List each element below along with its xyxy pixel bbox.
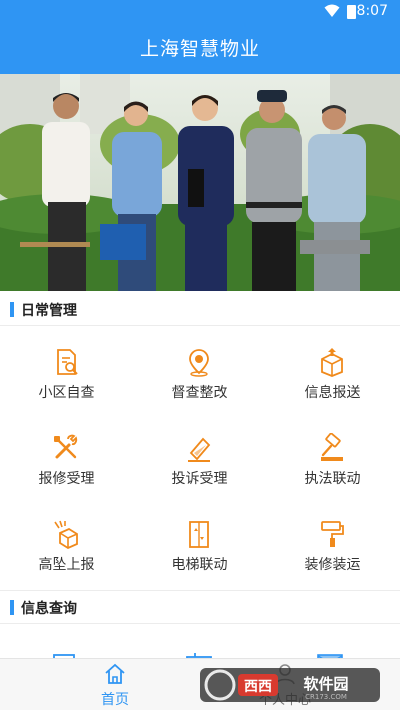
grid-item-tousu-shouli[interactable]: 投诉受理 xyxy=(133,433,266,519)
paint-roller-icon xyxy=(321,521,344,547)
status-time: 8:07 xyxy=(356,3,388,19)
divider xyxy=(0,325,400,326)
section-header-daily: 日常管理 xyxy=(0,296,400,324)
document-search-icon xyxy=(57,349,78,375)
svg-text:西西: 西西 xyxy=(244,679,272,695)
grid-item-gaozhui-shangbao[interactable]: 高坠上报 xyxy=(0,519,133,605)
document-icon[interactable] xyxy=(52,648,80,658)
home-icon xyxy=(105,663,125,684)
nav-tab-label: 首页 xyxy=(101,692,129,708)
grid-item-ducha-zhenggai[interactable]: 督查整改 xyxy=(133,347,266,433)
svg-text:CR173.COM: CR173.COM xyxy=(305,693,347,701)
repair-tools-icon xyxy=(54,434,78,459)
location-pin-icon xyxy=(189,349,209,377)
divider xyxy=(0,590,400,591)
grid-item-label: 小区自查 xyxy=(38,385,95,401)
section-accent-bar xyxy=(10,302,14,317)
grid-item-label: 投诉受理 xyxy=(171,471,228,487)
section-header-query: 信息查询 xyxy=(0,594,400,622)
grid-item-label: 执法联动 xyxy=(304,471,361,487)
grid-item-label: 电梯联动 xyxy=(171,557,228,573)
section-title-query: 信息查询 xyxy=(21,601,77,617)
banner-image[interactable] xyxy=(0,74,400,291)
falling-box-icon xyxy=(54,520,78,549)
grid-item-label: 装修装运 xyxy=(304,557,361,573)
complaint-edit-icon xyxy=(188,437,211,462)
app-title: 上海智慧物业 xyxy=(0,24,400,74)
grid-item-label: 报修受理 xyxy=(38,471,95,487)
section-accent-bar xyxy=(10,600,14,615)
battery-icon xyxy=(347,5,356,19)
gavel-icon xyxy=(321,433,343,461)
nav-tab-home[interactable]: 首页 xyxy=(70,659,160,710)
building-icon[interactable] xyxy=(185,648,213,658)
upload-box-icon xyxy=(321,348,343,377)
wifi-icon xyxy=(324,4,340,17)
grid-item-xinxi-baosong[interactable]: 信息报送 xyxy=(266,347,399,433)
grid-item-zhuangxiu-zhuangyun[interactable]: 装修装运 xyxy=(266,519,399,605)
grid-item-label: 信息报送 xyxy=(304,385,361,401)
watermark-logo: 西西 软件园 CR173.COM xyxy=(200,664,384,704)
divider xyxy=(0,623,400,624)
grid-item-xiaoqu-zicha[interactable]: 小区自查 xyxy=(0,347,133,433)
grid-item-baoxiu-shouli[interactable]: 报修受理 xyxy=(0,433,133,519)
grid-item-zhifa-liandong[interactable]: 执法联动 xyxy=(266,433,399,519)
status-bar: 8:07 xyxy=(0,0,400,24)
grid-item-label: 高坠上报 xyxy=(38,557,95,573)
section-title-daily: 日常管理 xyxy=(21,303,77,319)
elevator-icon xyxy=(189,521,209,548)
grid-item-label: 督查整改 xyxy=(171,385,228,401)
grid-item-dianti-liandong[interactable]: 电梯联动 xyxy=(133,519,266,605)
mail-icon[interactable] xyxy=(316,648,344,658)
svg-text:软件园: 软件园 xyxy=(303,675,348,693)
